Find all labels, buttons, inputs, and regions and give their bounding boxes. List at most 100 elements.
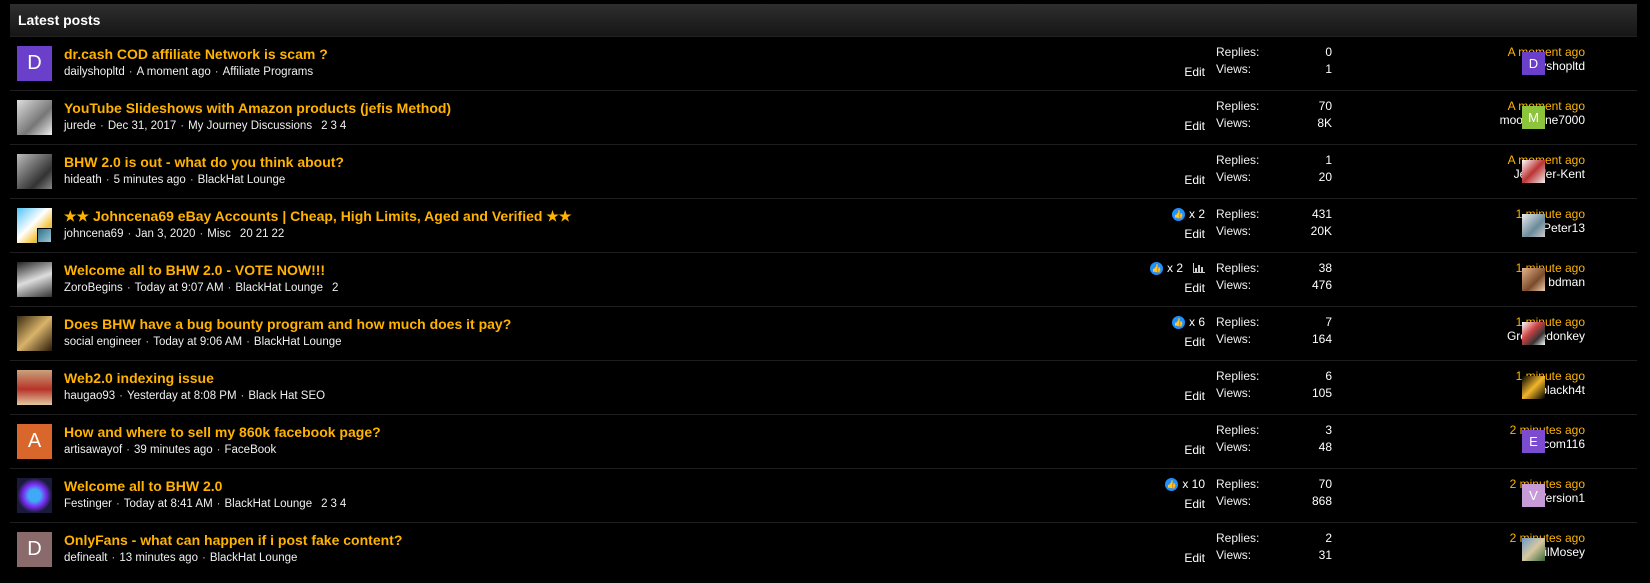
replies-label: Replies: — [1216, 477, 1260, 491]
thread-stats: Replies: 1 Views: 20 — [1216, 153, 1332, 187]
edit-link[interactable]: Edit — [1184, 443, 1205, 457]
edit-link[interactable]: Edit — [1184, 497, 1205, 511]
replies-stat: Replies: 7 — [1216, 315, 1332, 332]
last-poster-avatar[interactable]: E — [1522, 430, 1545, 453]
thumbs-up-icon: 👍 — [1165, 477, 1179, 491]
last-post-info: 2 minutes ago ecom116 — [1510, 423, 1585, 451]
views-label: Views: — [1216, 116, 1252, 130]
views-count: 868 — [1311, 494, 1332, 508]
views-stat: Views: 868 — [1216, 494, 1332, 511]
views-count: 48 — [1318, 440, 1332, 454]
thread-row: Welcome all to BHW 2.0 Festinger · Today at… — [10, 469, 1637, 523]
last-post-time-link[interactable]: 2 minutes ago — [1510, 477, 1585, 491]
views-count: 20 — [1318, 170, 1332, 184]
thumbs-up-icon: 👍 — [1171, 315, 1185, 329]
views-count: 1 — [1325, 62, 1332, 76]
views-label: Views: — [1216, 332, 1252, 346]
edit-link[interactable]: Edit — [1184, 389, 1205, 403]
last-post-info: A moment ago Jennifer-Kent — [1508, 153, 1585, 181]
views-stat: Views: 48 — [1216, 440, 1332, 457]
edit-link[interactable]: Edit — [1184, 65, 1205, 79]
edit-link[interactable]: Edit — [1184, 281, 1205, 295]
replies-label: Replies: — [1216, 315, 1260, 329]
last-poster-avatar[interactable]: V — [1522, 484, 1545, 507]
thread-actions: 👍 x 10 Edit — [10, 469, 1205, 522]
edit-link[interactable]: Edit — [1184, 551, 1205, 565]
views-label: Views: — [1216, 224, 1252, 238]
views-stat: Views: 164 — [1216, 332, 1332, 349]
edit-link[interactable]: Edit — [1184, 119, 1205, 133]
views-count: 164 — [1311, 332, 1332, 346]
thread-stats: Replies: 0 Views: 1 — [1216, 45, 1332, 79]
edit-link[interactable]: Edit — [1184, 227, 1205, 241]
replies-label: Replies: — [1216, 153, 1260, 167]
last-poster-avatar[interactable] — [1522, 538, 1545, 561]
views-label: Views: — [1216, 62, 1252, 76]
last-post-time-link[interactable]: 2 minutes ago — [1510, 531, 1585, 545]
reaction-summary[interactable]: 👍 x 2 — [1149, 261, 1205, 275]
last-post-time-link[interactable]: A moment ago — [1508, 99, 1585, 113]
thread-stats: Replies: 70 Views: 8K — [1216, 99, 1332, 133]
thread-stats: Replies: 7 Views: 164 — [1216, 315, 1332, 349]
last-poster-avatar[interactable] — [1522, 376, 1545, 399]
thread-row: YouTube Slideshows with Amazon products … — [10, 91, 1637, 145]
last-poster-link[interactable]: blackh4t — [1540, 383, 1585, 397]
replies-count: 70 — [1318, 99, 1332, 113]
reaction-summary[interactable]: 👍 x 6 — [1171, 315, 1205, 329]
views-stat: Views: 1 — [1216, 62, 1332, 79]
last-post-time-link[interactable]: A moment ago — [1508, 45, 1585, 59]
last-post-info: 1 minute ago Greasedonkey — [1507, 315, 1585, 343]
reaction-count: x 6 — [1188, 315, 1205, 329]
thread-row: ★★ Johncena69 eBay Accounts | Cheap, Hig… — [10, 199, 1637, 253]
replies-label: Replies: — [1216, 531, 1260, 545]
reaction-summary[interactable]: 👍 x 10 — [1165, 477, 1205, 491]
thread-actions: 👍 x 2 Edit — [10, 253, 1205, 306]
thread-actions: Edit — [10, 415, 1205, 468]
replies-label: Replies: — [1216, 261, 1260, 275]
reaction-count: x 2 — [1166, 261, 1183, 275]
last-poster-link[interactable]: Peter13 — [1543, 221, 1585, 235]
thread-row: Web2.0 indexing issue haugao93 · Yesterday … — [10, 361, 1637, 415]
edit-link[interactable]: Edit — [1184, 335, 1205, 349]
views-count: 476 — [1311, 278, 1332, 292]
thread-row: Ddr.cash COD affiliate Network is scam ?… — [10, 37, 1637, 91]
thread-stats: Replies: 6 Views: 105 — [1216, 369, 1332, 403]
reaction-summary[interactable]: 👍 x 2 — [1171, 207, 1205, 221]
last-poster-avatar[interactable] — [1522, 268, 1545, 291]
last-poster-avatar[interactable] — [1522, 322, 1545, 345]
views-label: Views: — [1216, 440, 1252, 454]
views-count: 20K — [1310, 224, 1332, 238]
last-post-info: 2 minutes ago LilMosey — [1510, 531, 1585, 559]
last-poster-avatar[interactable]: D — [1522, 52, 1545, 75]
replies-count: 6 — [1325, 369, 1332, 383]
views-stat: Views: 476 — [1216, 278, 1332, 295]
bar-chart-icon[interactable] — [1193, 263, 1205, 273]
replies-stat: Replies: 70 — [1216, 477, 1332, 494]
last-poster-link[interactable]: Greasedonkey — [1507, 329, 1585, 343]
views-count: 8K — [1317, 116, 1332, 130]
last-poster-avatar[interactable] — [1522, 160, 1545, 183]
last-post-time-link[interactable]: 2 minutes ago — [1510, 423, 1585, 437]
thread-stats: Replies: 431 Views: 20K — [1216, 207, 1332, 241]
reaction-count: x 2 — [1188, 207, 1205, 221]
last-post-info: A moment ago dailyshopltd — [1508, 45, 1585, 73]
replies-count: 431 — [1311, 207, 1332, 221]
views-count: 31 — [1318, 548, 1332, 562]
thread-row: Welcome all to BHW 2.0 - VOTE NOW!!! Zoro… — [10, 253, 1637, 307]
replies-count: 38 — [1318, 261, 1332, 275]
last-post-time-link[interactable]: A moment ago — [1508, 153, 1585, 167]
last-poster-link[interactable]: bdman — [1548, 275, 1585, 289]
replies-label: Replies: — [1216, 207, 1260, 221]
thread-row: BHW 2.0 is out - what do you think about… — [10, 145, 1637, 199]
views-label: Views: — [1216, 386, 1252, 400]
last-poster-avatar[interactable] — [1522, 214, 1545, 237]
thread-actions: Edit — [10, 37, 1205, 90]
last-poster-avatar[interactable]: M — [1522, 106, 1545, 129]
replies-count: 1 — [1325, 153, 1332, 167]
thread-stats: Replies: 3 Views: 48 — [1216, 423, 1332, 457]
last-poster-link[interactable]: Version1 — [1538, 491, 1585, 505]
replies-label: Replies: — [1216, 45, 1260, 59]
edit-link[interactable]: Edit — [1184, 173, 1205, 187]
replies-count: 0 — [1325, 45, 1332, 59]
last-post-info: 2 minutes ago Version1 — [1510, 477, 1585, 505]
